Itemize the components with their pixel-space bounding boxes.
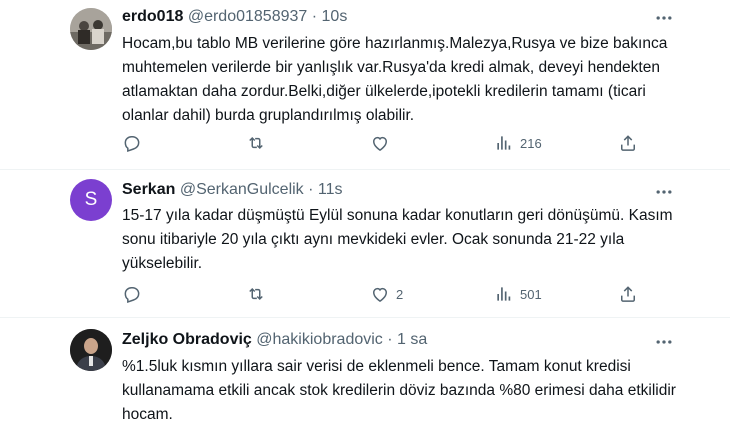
more-options-button[interactable] bbox=[654, 332, 674, 352]
tweet-erdo018[interactable]: erdo018 @erdo01858937 · 10s Hocam,bu tab… bbox=[0, 0, 730, 170]
retweet-icon bbox=[249, 136, 263, 150]
retweet-button[interactable] bbox=[246, 282, 272, 306]
reply-icon bbox=[124, 136, 140, 152]
avatar-letter: S bbox=[84, 189, 98, 210]
share-button[interactable] bbox=[618, 282, 638, 306]
more-options-button[interactable] bbox=[654, 182, 674, 202]
retweet-icon bbox=[249, 287, 263, 301]
display-name[interactable]: Zeljko Obradoviç bbox=[122, 331, 252, 348]
display-name[interactable]: erdo018 bbox=[122, 8, 183, 25]
views-icon bbox=[497, 287, 511, 301]
views-button[interactable]: 216 bbox=[494, 131, 542, 155]
user-handle[interactable]: @hakikiobradovic bbox=[256, 331, 383, 348]
reply-icon bbox=[124, 287, 140, 303]
display-name[interactable]: Serkan bbox=[122, 181, 175, 198]
timestamp[interactable]: 10s bbox=[322, 8, 348, 25]
tweet-text: 15-17 yıla kadar düşmüştü Eylül sonuna k… bbox=[122, 207, 677, 272]
separator-dot: · bbox=[311, 8, 318, 25]
avatar[interactable] bbox=[70, 329, 112, 371]
user-handle[interactable]: @SerkanGulcelik bbox=[180, 181, 304, 198]
timestamp[interactable]: 1 sa bbox=[397, 331, 427, 348]
avatar-photo-icon bbox=[70, 8, 112, 50]
views-icon bbox=[497, 136, 511, 150]
reply-button[interactable] bbox=[122, 282, 148, 306]
like-button[interactable] bbox=[370, 131, 396, 155]
view-count: 216 bbox=[520, 135, 542, 151]
more-options-button[interactable] bbox=[654, 8, 674, 28]
reply-button[interactable] bbox=[122, 131, 148, 155]
more-horizontal-icon bbox=[656, 190, 672, 194]
tweet-actions: 2 501 bbox=[122, 282, 642, 306]
more-horizontal-icon bbox=[656, 16, 672, 20]
share-icon bbox=[621, 286, 635, 302]
share-button[interactable] bbox=[618, 131, 638, 155]
tweet-text: Hocam,bu tablo MB verilerine göre hazırl… bbox=[122, 35, 672, 124]
tweet-text: %1.5luk kısmın yıllara sair verisi de ek… bbox=[122, 358, 681, 423]
view-count: 501 bbox=[520, 286, 542, 302]
more-horizontal-icon bbox=[656, 340, 672, 344]
tweet-header: erdo018 @erdo01858937 · 10s bbox=[122, 8, 347, 26]
avatar[interactable] bbox=[70, 8, 112, 50]
retweet-button[interactable] bbox=[246, 131, 272, 155]
avatar-photo-icon bbox=[70, 329, 112, 371]
tweet-header: Zeljko Obradoviç @hakikiobradovic · 1 sa bbox=[122, 331, 427, 349]
tweet-actions: 216 bbox=[122, 131, 642, 155]
share-icon bbox=[621, 135, 635, 151]
separator-dot: · bbox=[387, 331, 393, 348]
heart-icon bbox=[372, 136, 388, 151]
tweet-zeljko-obradovic[interactable]: Zeljko Obradoviç @hakikiobradovic · 1 sa… bbox=[0, 318, 730, 423]
avatar[interactable]: S bbox=[70, 179, 112, 221]
heart-icon bbox=[372, 287, 388, 302]
tweet-header: Serkan @SerkanGulcelik · 11s bbox=[122, 181, 343, 199]
like-button[interactable]: 2 bbox=[370, 282, 403, 306]
separator-dot: · bbox=[308, 181, 314, 198]
user-handle[interactable]: @erdo01858937 bbox=[188, 8, 307, 25]
timestamp[interactable]: 11s bbox=[318, 181, 343, 198]
like-count: 2 bbox=[396, 286, 404, 302]
tweet-serkan[interactable]: S Serkan @SerkanGulcelik · 11s 15-17 yıl… bbox=[0, 170, 730, 318]
views-button[interactable]: 501 bbox=[494, 282, 542, 306]
